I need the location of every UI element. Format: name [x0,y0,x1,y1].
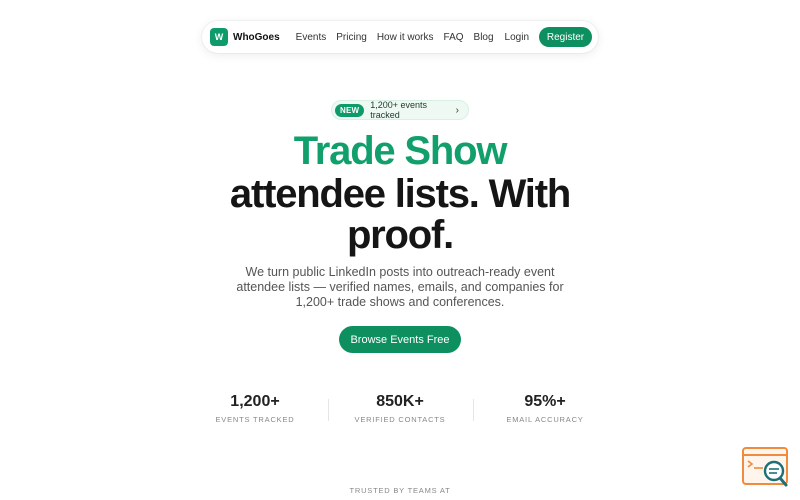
login-link[interactable]: Login [505,32,529,43]
nav-actions: Login Register [505,27,592,47]
nav-link-faq[interactable]: FAQ [444,32,464,43]
stat-label: EMAIL ACCURACY [506,415,584,424]
nav-link-pricing[interactable]: Pricing [336,32,367,43]
announcement-badge[interactable]: NEW 1,200+ events tracked › [331,100,469,120]
chevron-right-icon: › [455,104,459,116]
stat-value: 1,200+ [230,393,280,410]
nav-link-how-it-works[interactable]: How it works [377,32,434,43]
headline-line-1: Trade Show [293,129,508,173]
headline-line-3: proof. [346,213,454,257]
stat-contacts: 850K+ VERIFIED CONTACTS [327,393,473,424]
stat-accuracy: 95%+ EMAIL ACCURACY [472,393,618,424]
stat-events: 1,200+ EVENTS TRACKED [183,393,328,424]
nav-link-blog[interactable]: Blog [474,32,494,43]
stat-value: 850K+ [376,393,424,410]
stat-value: 95%+ [524,393,566,410]
navbar: W WhoGoes Events Pricing How it works FA… [202,21,598,53]
stat-label: EVENTS TRACKED [215,415,295,424]
hero-subtitle: We turn public LinkedIn posts into outre… [236,265,564,309]
badge-text: 1,200+ events tracked [370,100,428,120]
logo-icon[interactable]: W [210,28,228,46]
brand-name[interactable]: WhoGoes [233,32,280,43]
stats-row: 1,200+ EVENTS TRACKED 850K+ VERIFIED CON… [0,393,800,424]
search-window-icon[interactable] [741,446,791,488]
stat-label: VERIFIED CONTACTS [354,415,446,424]
trusted-by-heading: TRUSTED BY TEAMS AT [349,486,451,495]
nav-link-events[interactable]: Events [296,32,327,43]
headline-line-2: attendee lists. With [229,172,571,216]
nav-links: Events Pricing How it works FAQ Blog [296,32,494,43]
new-tag: NEW [335,103,365,117]
browse-events-button[interactable]: Browse Events Free [339,326,461,353]
register-button[interactable]: Register [539,27,592,47]
